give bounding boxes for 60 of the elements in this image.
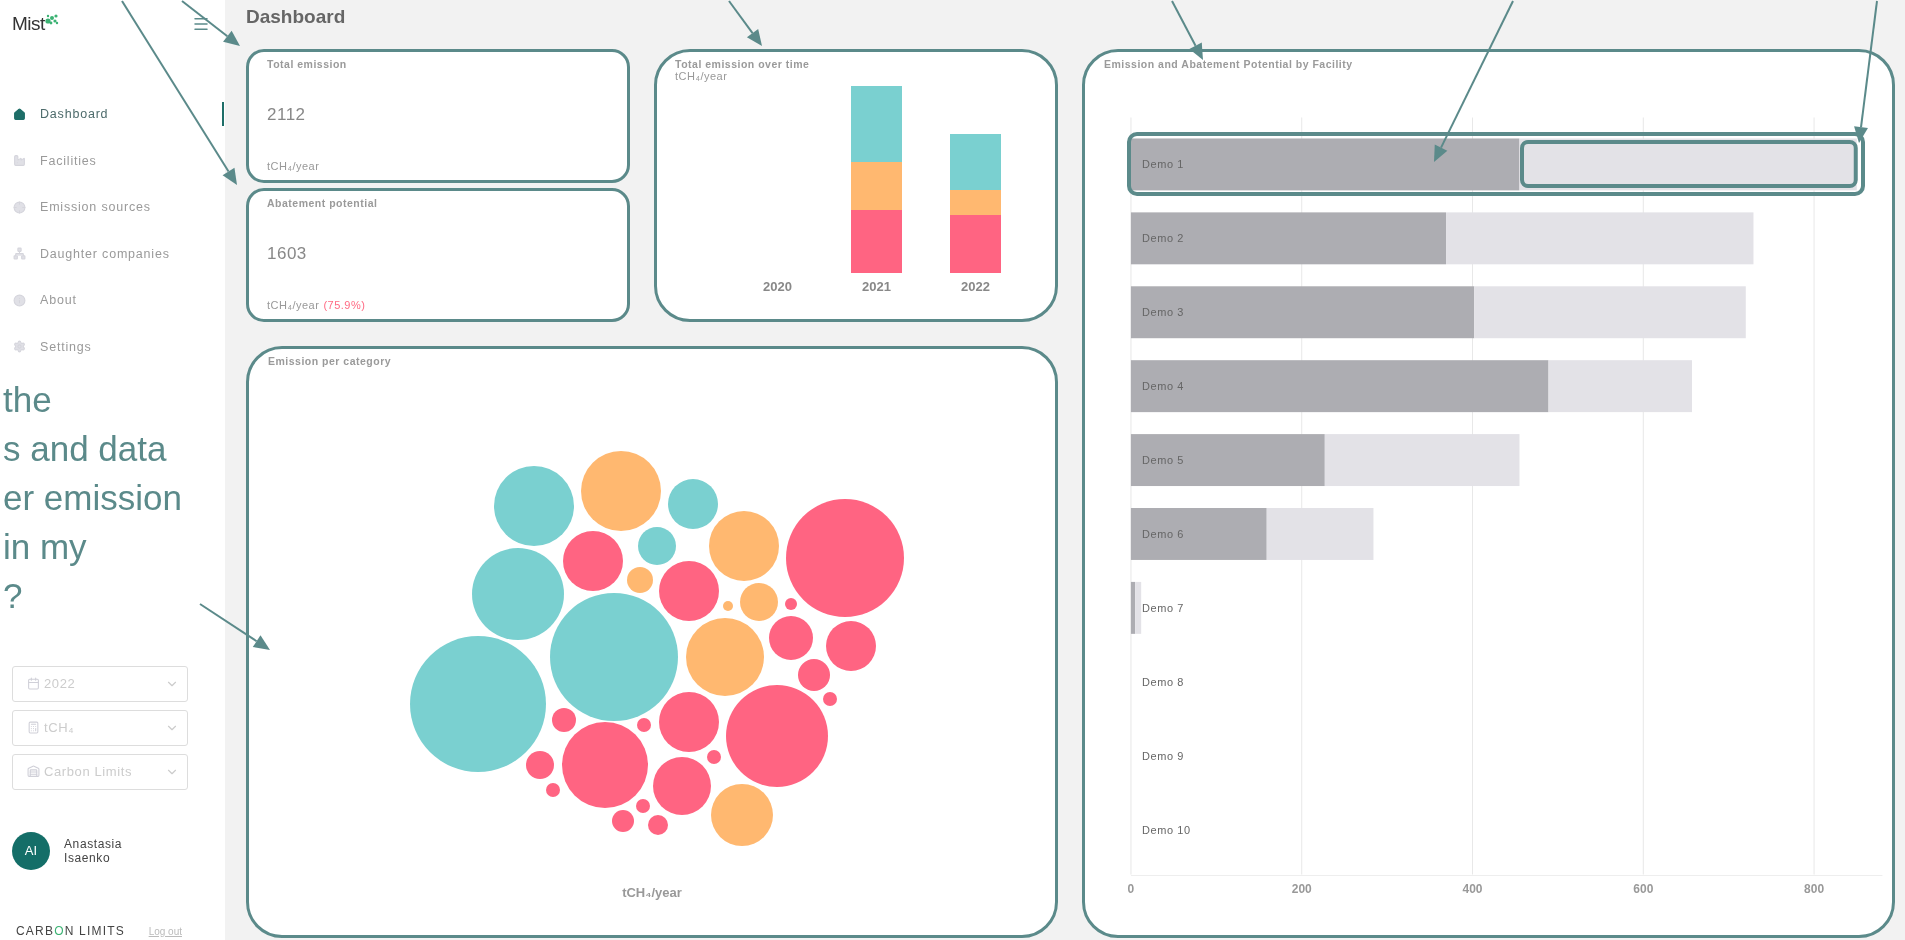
nav-item[interactable]: About	[0, 288, 224, 312]
brand-logo: CARBON LIMITS	[16, 924, 125, 938]
axis-tick-label: 600	[1633, 881, 1654, 896]
chart-unit: tCH₄/year	[621, 885, 683, 900]
bar-segment	[851, 210, 902, 273]
kpi-title: Abatement potential	[267, 197, 379, 209]
bar-label: Demo 7	[1141, 601, 1184, 614]
bar-label: Demo 5	[1141, 454, 1184, 467]
bubble	[709, 511, 779, 581]
kpi-unit: tCH₄/year	[267, 160, 320, 172]
crosshair-icon	[13, 200, 26, 214]
bar-label: Demo 9	[1141, 749, 1184, 762]
hierarchy-icon	[13, 247, 26, 260]
page-title: Dashboard	[246, 6, 346, 29]
building-icon	[27, 765, 40, 778]
home-icon	[13, 107, 26, 121]
chart-title: Total emission over time	[675, 58, 811, 70]
axis-tick-label: 400	[1462, 881, 1483, 896]
axis-tick-label: 0	[1127, 881, 1135, 896]
bar-label: Demo 1	[1141, 158, 1184, 171]
chart-title: Emission per category	[268, 355, 393, 367]
logout-link[interactable]: Log out	[148, 925, 182, 937]
annotation-text: the s and data er emission in my ?	[3, 378, 183, 617]
nav-item[interactable]: Facilities	[0, 148, 224, 173]
year-label: 2021	[862, 279, 891, 294]
bubble	[668, 479, 718, 529]
bubble	[612, 810, 634, 832]
user-name: Anastasia Isaenko	[64, 836, 124, 865]
bubble	[546, 783, 560, 797]
bar-label: Demo 3	[1141, 306, 1184, 319]
bar-label: Demo 8	[1141, 675, 1184, 688]
dots-logo-icon	[44, 13, 59, 25]
bar-label: Demo 10	[1141, 823, 1191, 836]
settings-icon	[13, 340, 26, 353]
app-logo: Mist	[12, 13, 45, 35]
nav-item[interactable]: Daughter companies	[0, 241, 224, 266]
axis-tick-label: 200	[1291, 881, 1312, 896]
bar-label: Demo 4	[1141, 380, 1184, 393]
nav-item[interactable]: Settings	[0, 334, 224, 359]
user-avatar[interactable]: AI	[12, 831, 50, 870]
factory-icon	[13, 154, 26, 167]
annotation-arrow	[728, 0, 762, 46]
nav-item[interactable]: Emission sources	[0, 195, 224, 219]
year-label: 2020	[763, 279, 792, 294]
chart-unit: tCH₄/year	[675, 70, 729, 82]
bubble	[723, 601, 733, 611]
calendar-icon	[27, 677, 40, 690]
kpi-value: 1603	[267, 244, 308, 264]
kpi-share: (75.9%)	[323, 299, 366, 311]
year-label: 2022	[961, 279, 990, 294]
info-icon	[13, 293, 26, 307]
kpi-title: Total emission	[267, 58, 348, 70]
bar-label: Demo 6	[1141, 527, 1184, 540]
calculator-icon	[27, 721, 40, 734]
kpi-unit: tCH₄/year	[267, 299, 320, 311]
menu-icon[interactable]	[192, 15, 210, 33]
chart-title: Emission and Abatement Potential by Facility	[1104, 58, 1354, 70]
axis-tick-label: 800	[1804, 881, 1825, 896]
bar-label: Demo 2	[1141, 232, 1184, 245]
kpi-value: 2112	[267, 105, 307, 125]
